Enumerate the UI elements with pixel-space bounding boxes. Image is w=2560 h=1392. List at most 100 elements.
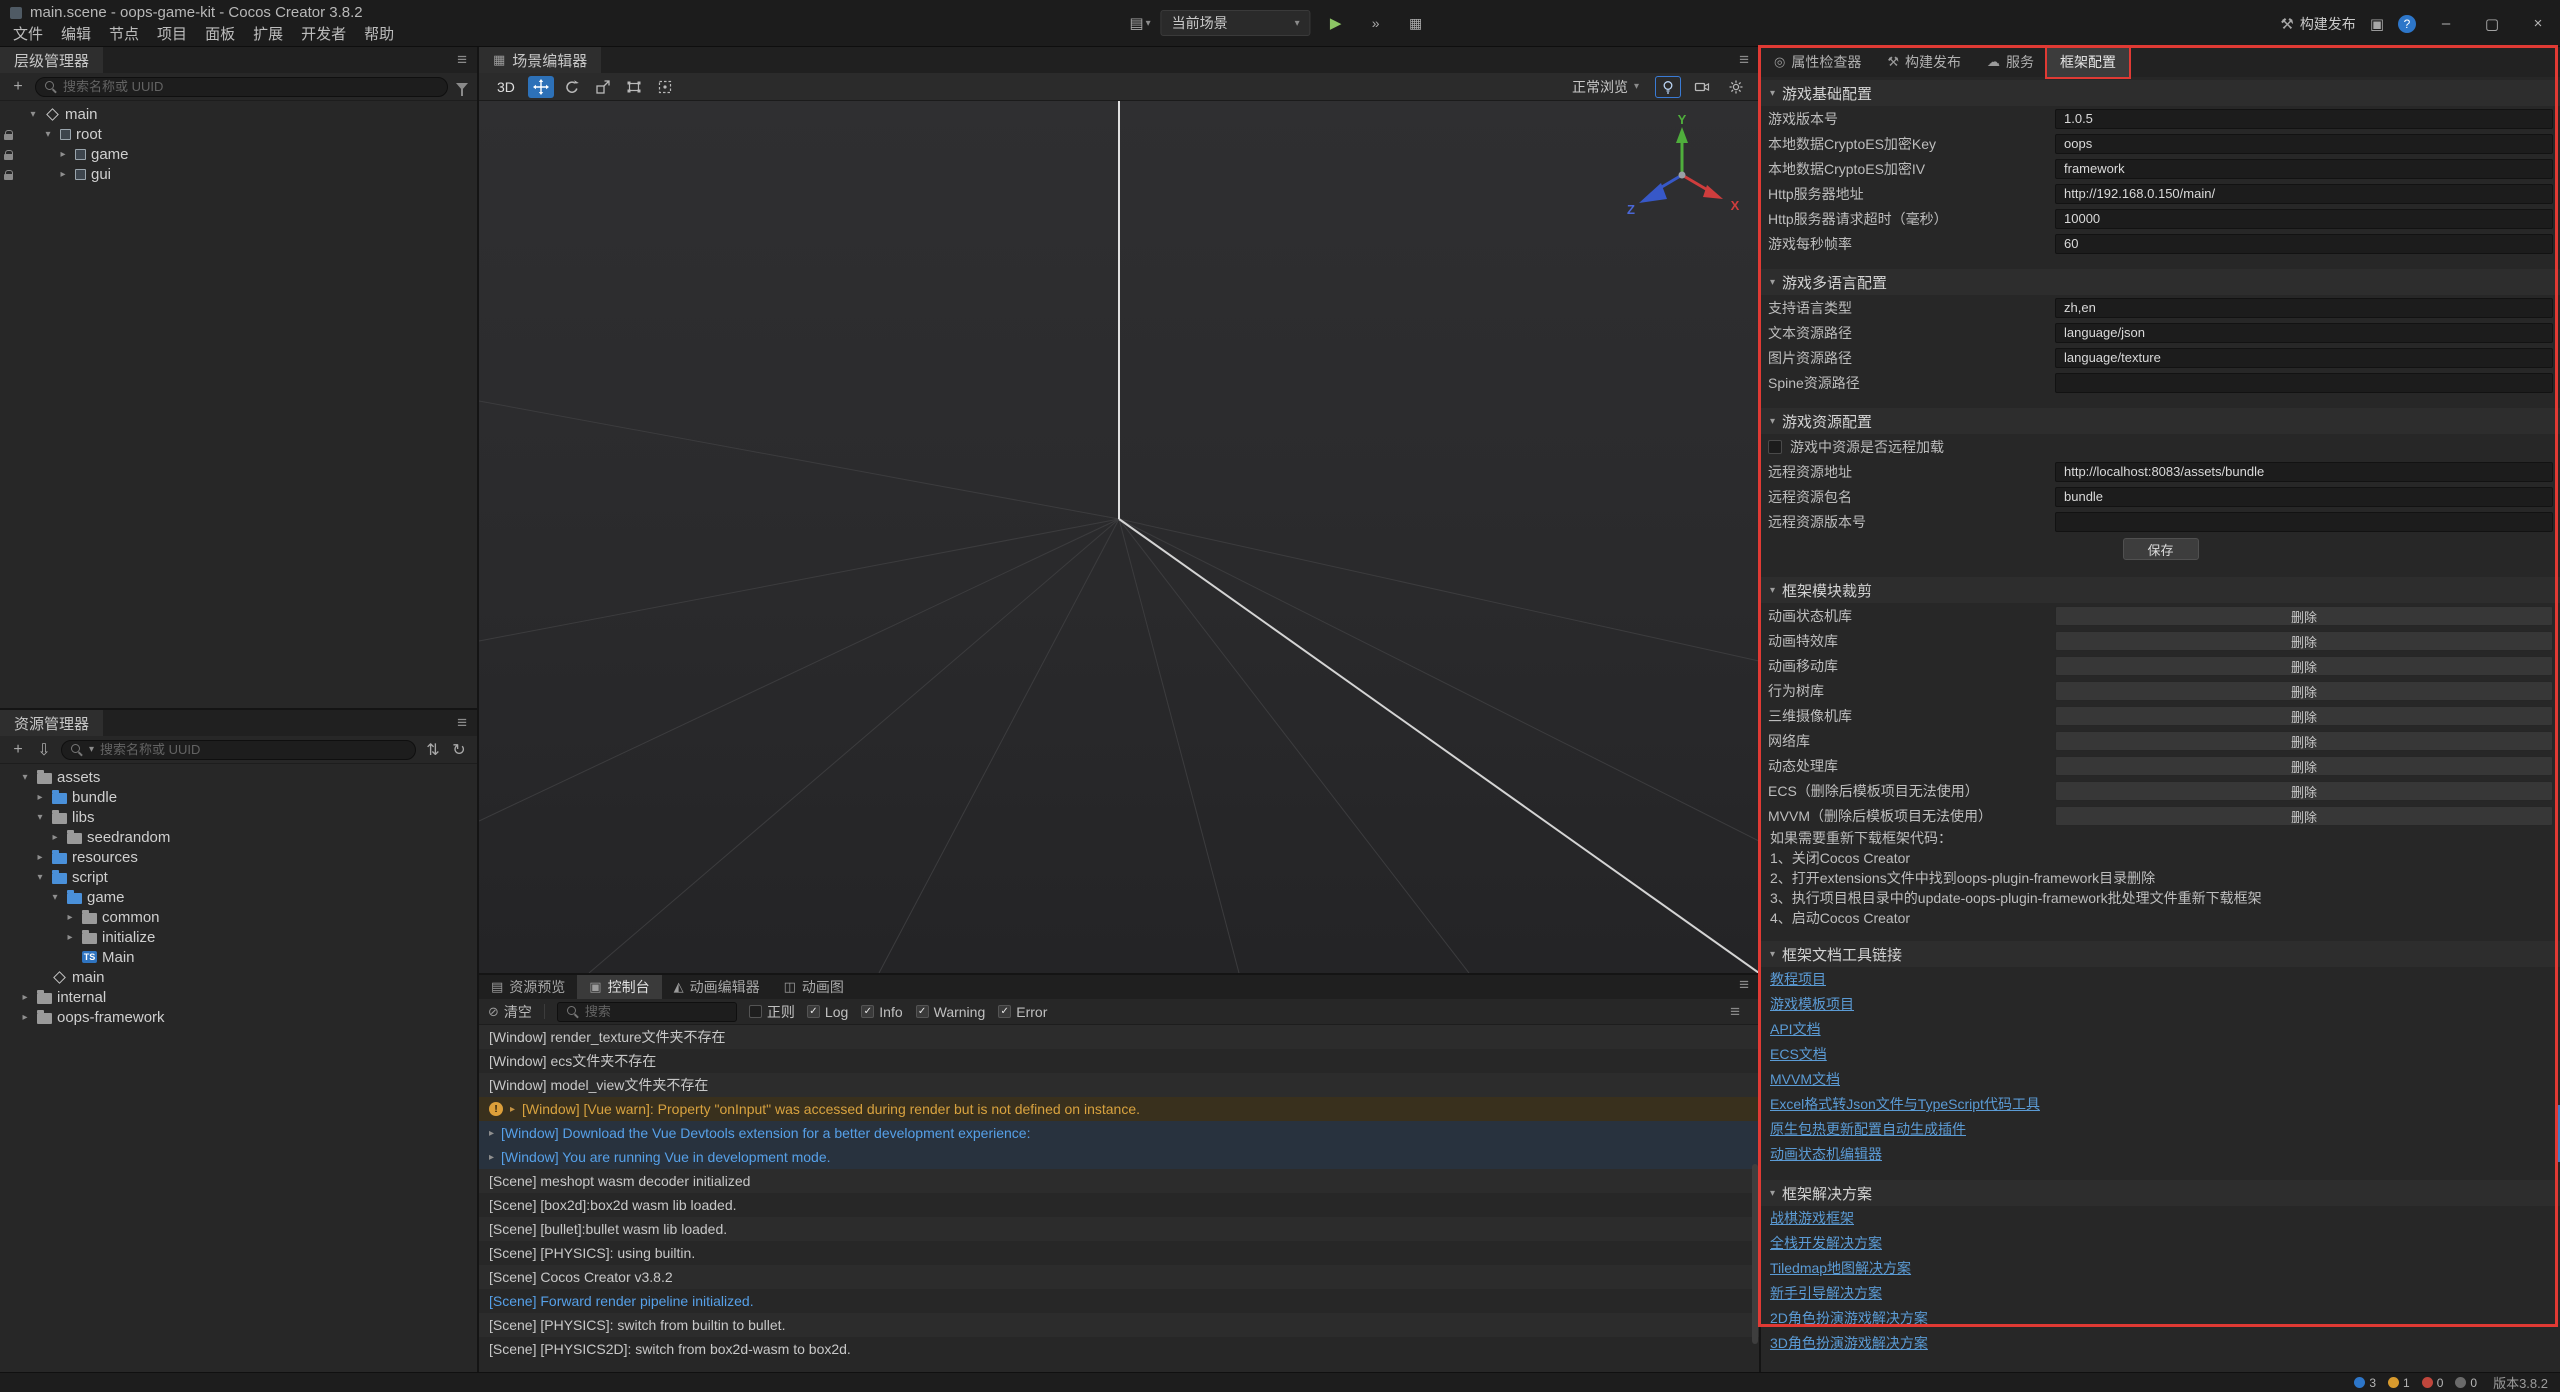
expander-icon[interactable]: ▸ <box>18 1012 32 1023</box>
scrollbar-thumb[interactable] <box>2555 1105 2560 1162</box>
tree-row-Main[interactable]: TSMain <box>0 947 477 967</box>
doc-link[interactable]: Excel格式转Json文件与TypeScript代码工具 <box>1770 1092 2040 1117</box>
import-asset-icon[interactable]: ⇩ <box>35 740 53 760</box>
scene-viewport[interactable]: Y X Z <box>479 101 1759 973</box>
status-badge-error[interactable]: 0 <box>2422 1376 2444 1390</box>
assets-search[interactable]: ▾ <box>61 740 416 760</box>
section-header-1[interactable]: ▾游戏多语言配置 <box>1761 269 2560 295</box>
clear-console-button[interactable]: ⊘ 清空 <box>488 1002 532 1022</box>
log-row[interactable]: [Window] ecs文件夹不存在 <box>479 1049 1759 1073</box>
panel-menu-icon[interactable]: ≡ <box>1739 50 1749 70</box>
add-node-button[interactable]: + <box>9 78 27 96</box>
log-options-icon[interactable]: ≡ <box>1730 1002 1740 1022</box>
doc-link[interactable]: 全栈开发解决方案 <box>1770 1231 1882 1256</box>
status-badge-notice[interactable]: 0 <box>2455 1376 2477 1390</box>
filter-warning[interactable]: ✓Warning <box>916 1004 986 1020</box>
menu-item-4[interactable]: 面板 <box>196 21 244 46</box>
camera-icon[interactable] <box>1689 76 1715 98</box>
tree-row-main[interactable]: ▾main <box>0 104 477 124</box>
log-row[interactable]: ▸[Window] Download the Vue Devtools exte… <box>479 1121 1759 1145</box>
minimize-button[interactable]: – <box>2430 15 2462 32</box>
move-tool-button[interactable] <box>528 76 554 98</box>
doc-link[interactable]: 游戏模板项目 <box>1770 992 1854 1017</box>
tree-row-gui[interactable]: ▸gui <box>0 164 477 184</box>
field-input-0-4[interactable] <box>2055 209 2553 229</box>
console-tab-an-editor[interactable]: ◭动画编辑器 <box>662 975 772 999</box>
tree-row-game[interactable]: ▾game <box>0 887 477 907</box>
expander-icon[interactable]: ▾ <box>41 129 55 140</box>
field-input-1-2[interactable] <box>2055 348 2553 368</box>
delete-button[interactable]: 删除 <box>2055 781 2553 801</box>
scale-tool-button[interactable] <box>590 76 616 98</box>
log-row[interactable]: [Scene] meshopt wasm decoder initialized <box>479 1169 1759 1193</box>
section-header-5[interactable]: ▾框架解决方案 <box>1761 1180 2560 1206</box>
tree-row-libs[interactable]: ▾libs <box>0 807 477 827</box>
panel-menu-icon[interactable]: ≡ <box>1739 975 1749 999</box>
console-tab-console[interactable]: ▣控制台 <box>577 975 661 999</box>
status-badge-warning[interactable]: 1 <box>2388 1376 2410 1390</box>
menu-item-2[interactable]: 节点 <box>100 21 148 46</box>
doc-link[interactable]: 教程项目 <box>1770 967 1826 992</box>
field-input-0-2[interactable] <box>2055 159 2553 179</box>
tree-row-root[interactable]: ▾root <box>0 124 477 144</box>
menu-item-6[interactable]: 开发者 <box>292 21 355 46</box>
expand-icon[interactable]: ▸ <box>510 1104 515 1115</box>
delete-button[interactable]: 删除 <box>2055 731 2553 751</box>
doc-link[interactable]: 原生包热更新配置自动生成插件 <box>1770 1117 1966 1142</box>
rect-tool-button[interactable] <box>621 76 647 98</box>
tree-row-bundle[interactable]: ▸bundle <box>0 787 477 807</box>
doc-link[interactable]: 动画状态机编辑器 <box>1770 1142 1882 1167</box>
gear-icon[interactable] <box>1723 76 1749 98</box>
panel-menu-icon[interactable]: ≡ <box>457 50 467 70</box>
doc-link[interactable]: ECS文档 <box>1770 1042 1827 1067</box>
expander-icon[interactable]: ▸ <box>33 792 47 803</box>
tree-row-internal[interactable]: ▸internal <box>0 987 477 1007</box>
tree-row-main[interactable]: main <box>0 967 477 987</box>
console-tab-preview[interactable]: ▤资源预览 <box>479 975 577 999</box>
doc-link[interactable]: 战棋游戏框架 <box>1770 1206 1854 1231</box>
expander-icon[interactable]: ▸ <box>63 912 77 923</box>
expand-icon[interactable]: ▸ <box>489 1128 494 1139</box>
delete-button[interactable]: 删除 <box>2055 806 2553 826</box>
tab-build[interactable]: ⚒构建发布 <box>1874 47 1974 77</box>
close-button[interactable]: × <box>2522 15 2554 32</box>
field-input-1-0[interactable] <box>2055 298 2553 318</box>
tab-inspector[interactable]: ◎属性检查器 <box>1761 47 1874 77</box>
console-scrollbar-thumb[interactable] <box>1752 1164 1758 1344</box>
section-header-0[interactable]: ▾游戏基础配置 <box>1761 80 2560 106</box>
scene-select-dropdown[interactable]: 当前场景 ▾ <box>1161 10 1311 36</box>
tree-row-script[interactable]: ▾script <box>0 867 477 887</box>
tree-row-assets[interactable]: ▾assets <box>0 767 477 787</box>
mode-3d-button[interactable]: 3D <box>489 77 523 97</box>
log-row[interactable]: ▸[Window] You are running Vue in develop… <box>479 1145 1759 1169</box>
build-publish-button[interactable]: ⚒ 构建发布 <box>2280 14 2355 34</box>
expander-icon[interactable]: ▾ <box>48 892 62 903</box>
log-row[interactable]: [Scene] [box2d]:box2d wasm lib loaded. <box>479 1193 1759 1217</box>
hierarchy-search-input[interactable] <box>63 79 438 94</box>
log-row[interactable]: [Scene] [PHYSICS2D]: switch from box2d-w… <box>479 1337 1759 1361</box>
console-tab-an-graph[interactable]: ◫动画图 <box>772 975 856 999</box>
tab-framework-config[interactable]: 框架配置 <box>2047 47 2129 77</box>
light-toggle-icon[interactable] <box>1655 76 1681 98</box>
panel-menu-icon[interactable]: ≡ <box>457 713 467 733</box>
remote-load-checkbox[interactable] <box>1768 440 1782 454</box>
refresh-icon[interactable]: ↻ <box>450 740 468 760</box>
menu-item-0[interactable]: 文件 <box>4 21 52 46</box>
field-input-0-0[interactable] <box>2055 109 2553 129</box>
section-header-3[interactable]: ▾框架模块裁剪 <box>1761 577 2560 603</box>
tree-row-initialize[interactable]: ▸initialize <box>0 927 477 947</box>
rotate-tool-button[interactable] <box>559 76 585 98</box>
log-row[interactable]: [Scene] Forward render pipeline initiali… <box>479 1289 1759 1313</box>
delete-button[interactable]: 删除 <box>2055 756 2553 776</box>
expander-icon[interactable]: ▸ <box>18 992 32 1003</box>
tab-service[interactable]: ☁服务 <box>1974 47 2047 77</box>
menu-item-7[interactable]: 帮助 <box>355 21 403 46</box>
tree-row-common[interactable]: ▸common <box>0 907 477 927</box>
tree-row-game[interactable]: ▸game <box>0 144 477 164</box>
console-search[interactable] <box>557 1002 737 1022</box>
preview-device-icon[interactable]: ▤▾ <box>1129 14 1150 32</box>
doc-link[interactable]: 新手引导解决方案 <box>1770 1281 1882 1306</box>
log-row[interactable]: !▸[Window] [Vue warn]: Property "onInput… <box>479 1097 1759 1121</box>
add-asset-button[interactable]: + <box>9 741 27 759</box>
expander-icon[interactable]: ▸ <box>56 169 70 180</box>
